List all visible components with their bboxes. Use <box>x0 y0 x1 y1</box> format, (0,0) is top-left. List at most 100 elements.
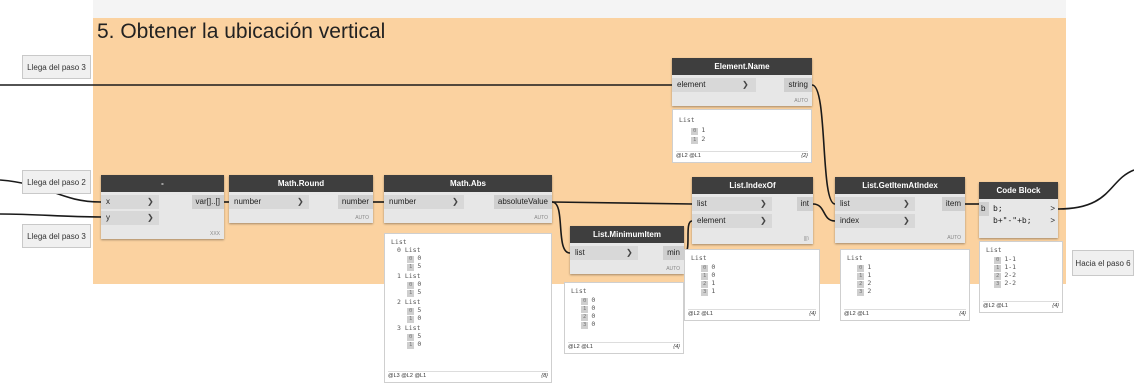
node-subtract[interactable]: - x ❯ y ❯ var[]..[] XXX <box>101 175 224 239</box>
list-item: 10 <box>407 340 422 349</box>
preview-element-name[interactable]: List 01 12 @L2 @L1 {2} <box>672 109 812 163</box>
list-item: 2 List <box>397 298 421 306</box>
lacing-label[interactable]: AUTO <box>666 266 680 272</box>
preview-head: List <box>986 246 1002 254</box>
node-math-abs[interactable]: Math.Abs number ❯ absoluteValue AUTO <box>384 175 552 223</box>
node-title: Element.Name <box>672 58 812 75</box>
node-code-block[interactable]: Code Block b b; b+"-"+b; > > <box>979 182 1058 238</box>
input-port-element[interactable]: element ❯ <box>692 214 772 228</box>
preview-footer: @L2 @L1 {4} <box>983 301 1059 309</box>
lacing-label[interactable]: |||\ <box>804 236 809 242</box>
port-label: list <box>575 248 585 257</box>
node-list-index-of[interactable]: List.IndexOf list ❯ element ❯ int |||\ <box>692 177 813 244</box>
preview-footer: @L2 @L1 {2} <box>676 151 808 159</box>
output-port-string[interactable]: string <box>784 78 812 92</box>
preview-math-abs[interactable]: List 0 List 00 15 1 List 00 15 2 List 05… <box>384 233 552 383</box>
input-port-number[interactable]: number ❯ <box>229 195 309 209</box>
list-item: 30 <box>581 320 596 329</box>
output-port-var[interactable]: var[]..[] <box>191 195 224 209</box>
preview-footer: @L3 @L2 @L1 {8} <box>388 371 548 379</box>
list-item: 1 List <box>397 272 421 280</box>
note-llega-paso-3-bottom[interactable]: Llega del paso 3 <box>22 224 91 248</box>
lacing-label[interactable]: AUTO <box>947 235 961 241</box>
preview-head: List <box>691 254 707 262</box>
input-port-b[interactable]: b <box>979 202 989 216</box>
list-item: 0 List <box>397 246 421 254</box>
preview-head: List <box>571 287 587 295</box>
list-item: 15 <box>407 288 422 297</box>
chevron-right-icon: ❯ <box>742 80 749 89</box>
node-list-minimum-item[interactable]: List.MinimumItem list ❯ min AUTO <box>570 226 684 274</box>
lacing-label[interactable]: XXX <box>210 231 220 237</box>
port-label: x <box>106 197 110 206</box>
wire-codeblock-out <box>1057 169 1134 210</box>
node-title: Math.Abs <box>384 175 552 192</box>
output-port-absolute-value[interactable]: absoluteValue <box>493 195 552 209</box>
list-item: 31 <box>701 287 716 296</box>
list-item: 15 <box>407 262 422 271</box>
chevron-right-icon: ❯ <box>452 197 459 206</box>
chevron-right-icon: ❯ <box>626 248 633 257</box>
list-item: 12 <box>691 135 706 144</box>
node-title: Math.Round <box>229 175 373 192</box>
node-title: Code Block <box>979 182 1058 199</box>
wire-paso3-to-y <box>0 213 102 218</box>
preview-list-minimum-item[interactable]: List 00 10 20 30 @L2 @L1 {4} <box>564 282 684 354</box>
port-label: index <box>840 216 860 225</box>
output-port-int[interactable]: int <box>796 197 813 211</box>
node-title: - <box>101 175 224 192</box>
node-title: List.MinimumItem <box>570 226 684 243</box>
port-label: number <box>389 197 417 206</box>
note-llega-paso-2[interactable]: Llega del paso 2 <box>22 170 91 194</box>
chevron-right-icon: ❯ <box>760 199 767 208</box>
preview-list-index-of[interactable]: List 00 10 21 31 @L2 @L1 {4} <box>684 249 820 321</box>
input-port-number[interactable]: number ❯ <box>384 195 464 209</box>
port-label: element <box>697 216 726 225</box>
input-port-list[interactable]: list ❯ <box>692 197 772 211</box>
chevron-right-icon: ❯ <box>760 216 767 225</box>
list-item: 3 2-2 <box>994 279 1017 288</box>
list-item: 01 <box>691 126 706 135</box>
wire-elementname-to-getitem-list <box>811 84 836 205</box>
preview-footer: @L2 @L1 {4} <box>844 309 966 317</box>
port-label: element <box>677 80 706 89</box>
node-title: List.IndexOf <box>692 177 813 194</box>
input-port-index[interactable]: index ❯ <box>835 214 915 228</box>
port-label: list <box>840 199 850 208</box>
note-hacia-paso-6[interactable]: Hacia el paso 6 <box>1072 250 1134 276</box>
port-label: number <box>234 197 262 206</box>
code-line-2[interactable]: b+"-"+b; <box>993 214 1032 228</box>
node-element-name[interactable]: Element.Name element ❯ string AUTO <box>672 58 812 106</box>
note-llega-paso-3-top[interactable]: Llega del paso 3 <box>22 55 91 79</box>
port-label: list <box>697 199 707 208</box>
preview-code-block[interactable]: List 0 1-1 1 1-1 2 2-2 3 2-2 @L2 @L1 {4} <box>979 241 1063 313</box>
wire-abs-to-indexof <box>551 201 693 205</box>
input-port-element[interactable]: element ❯ <box>672 78 756 92</box>
preview-list-get-item-at-index[interactable]: List 01 11 22 32 @L2 @L1 {4} <box>840 249 970 321</box>
preview-head: List <box>847 254 863 262</box>
input-port-y[interactable]: y ❯ <box>101 211 159 225</box>
output-port-min[interactable]: min <box>663 246 684 260</box>
lacing-label[interactable]: AUTO <box>794 98 808 104</box>
input-port-x[interactable]: x ❯ <box>101 195 159 209</box>
lacing-label[interactable]: AUTO <box>355 215 369 221</box>
list-item: 10 <box>407 314 422 323</box>
preview-head: List <box>679 116 695 124</box>
chevron-right-icon: ❯ <box>903 199 910 208</box>
input-port-list[interactable]: list ❯ <box>835 197 915 211</box>
node-math-round[interactable]: Math.Round number ❯ number AUTO <box>229 175 373 223</box>
preview-footer: @L2 @L1 {4} <box>568 342 680 350</box>
input-port-list[interactable]: list ❯ <box>570 246 638 260</box>
wire-indexof-to-getitem-index <box>812 203 836 222</box>
wire-abs-to-minitem <box>551 201 571 254</box>
chevron-right-icon: ❯ <box>903 216 910 225</box>
port-label: y <box>106 213 110 222</box>
output-port-item[interactable]: item <box>941 197 965 211</box>
output-port-2[interactable]: > <box>1050 214 1055 228</box>
chevron-right-icon: ❯ <box>147 197 154 206</box>
chevron-right-icon: ❯ <box>297 197 304 206</box>
lacing-label[interactable]: AUTO <box>534 215 548 221</box>
node-list-get-item-at-index[interactable]: List.GetItemAtIndex list ❯ index ❯ item AU… <box>835 177 965 243</box>
chevron-right-icon: ❯ <box>147 213 154 222</box>
output-port-number[interactable]: number <box>337 195 373 209</box>
